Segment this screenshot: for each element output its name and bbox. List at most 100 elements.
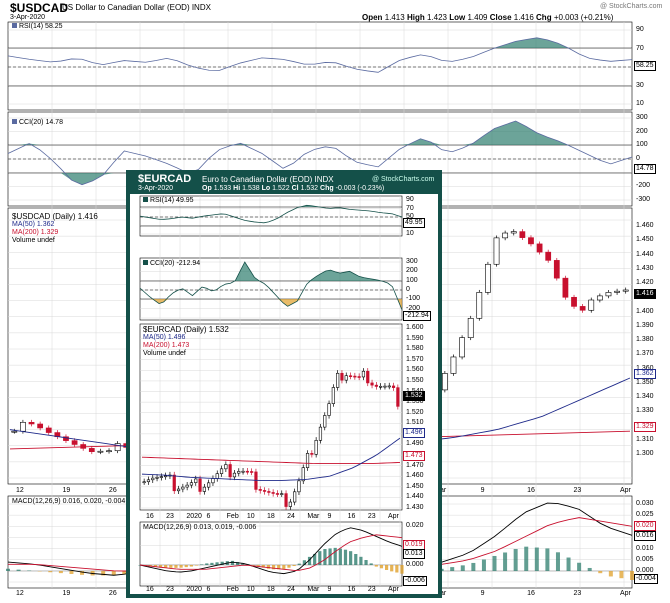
outer-candle [37, 423, 44, 429]
inner-candle [258, 489, 262, 491]
inner-macd-histogram-bar [189, 565, 193, 567]
inner-candle [185, 484, 189, 488]
inner-ma50-label: MA(50) 1.496 [143, 334, 186, 341]
outer-macd-tick: 0.000 [636, 566, 654, 574]
inner-xbottom-tick: Mar [307, 586, 320, 593]
inner-xbottom-tick: 23 [166, 586, 174, 593]
outer-price-tick: 1.390 [636, 321, 654, 329]
outer-price-tick: 1.340 [636, 393, 654, 400]
inner-cci-label: CCI(20) -212.94 [143, 260, 200, 267]
inner-xtop-tick: 10 [246, 513, 255, 520]
inner-price-tick: 1.510 [406, 419, 424, 427]
inner-price-tick: 1.560 [406, 366, 424, 374]
inner-candle [151, 477, 155, 481]
inner-candle [198, 478, 202, 492]
outer-xbottom-tick: 12 [16, 590, 24, 597]
outer-macd-tick: 0.025 [636, 511, 654, 519]
inner-price-tick: 1.550 [406, 376, 424, 384]
outer-macd-histogram-bar [566, 557, 571, 571]
outer-candle [588, 299, 595, 311]
outer-macd-histogram-bar [513, 549, 518, 571]
outer-ma50-label: MA(50) 1.362 [12, 221, 55, 228]
inner-cci-value-tag: -212.94 [403, 311, 431, 321]
outer-rsi-overbought-fill [8, 37, 632, 48]
inner-xtop-tick: 23 [367, 513, 376, 520]
inner-macd-histogram-bar [266, 565, 271, 569]
outer-macd-histogram-bar [492, 555, 497, 571]
inner-macd-histogram-bar [292, 565, 296, 567]
inner-xbottom-tick: 23 [367, 586, 376, 593]
outer-candle [441, 373, 448, 391]
outer-candle [467, 317, 474, 338]
inner-candle [348, 375, 353, 377]
inner-candle [194, 478, 198, 483]
inner-candle [155, 477, 159, 479]
inner-price-tick: 1.580 [406, 345, 424, 353]
outer-candle [106, 450, 112, 453]
inner-macd-histogram-bar [210, 562, 214, 565]
inner-macd-histogram-bar [379, 565, 384, 569]
outer-macd-histogram-bar [598, 571, 603, 574]
outer-hist-tag: -0.004 [634, 574, 658, 584]
inner-macd-histogram-bar [194, 565, 199, 566]
inner-candle [142, 481, 146, 484]
inner-candle [284, 493, 288, 507]
inner-macd-histogram-bar [282, 565, 286, 570]
outer-macd-histogram-bar [608, 571, 613, 577]
inner-candle [297, 480, 301, 493]
inner-candle [387, 385, 391, 388]
inner-candle [331, 387, 335, 404]
inner-macd-tick: 0.000 [406, 560, 424, 568]
inner-xbottom-tick: 18 [267, 586, 275, 593]
outer-candle [528, 237, 534, 245]
inner-rsi-line [139, 204, 403, 224]
outer-candle [622, 289, 629, 292]
inner-macd-histogram-bar [384, 565, 389, 570]
inner-macd-histogram-bar [205, 563, 209, 565]
outer-price-legend: $USDCAD (Daily) 1.416 MA(50) 1.362 MA(20… [12, 213, 98, 245]
outer-candle [579, 306, 586, 311]
inner-macd-histogram-bar [354, 553, 358, 565]
inner-cci-tick: 100 [406, 276, 418, 284]
outer-rsi-label-icon [12, 23, 17, 28]
outer-macd-histogram-bar [460, 565, 465, 571]
outer-macd-tag: 0.020 [634, 521, 656, 531]
outer-cci-tick: 0 [636, 155, 640, 162]
inner-candle [344, 375, 348, 381]
outer-ma50-tag: 1.362 [634, 369, 656, 379]
inner-cci-tick: -100 [406, 295, 421, 303]
inner-macd-histogram-bar [400, 565, 404, 574]
outer-xtop-tick: 9 [480, 487, 485, 494]
outer-candle [536, 243, 543, 253]
inner-xbottom-tick: 9 [327, 586, 332, 593]
outer-cci-label-icon [12, 119, 17, 124]
outer-ma200-tag: 1.329 [634, 422, 656, 432]
outer-rsi-tick: 90 [636, 26, 644, 33]
inner-macd-histogram-bar [338, 548, 342, 565]
outer-macd-tick: 0.030 [636, 500, 654, 507]
inner-price-tick: 1.520 [406, 408, 424, 416]
outer-candle [20, 421, 26, 432]
inner-macd-histogram-bar [364, 560, 368, 565]
inner-candle [237, 471, 241, 474]
inner-macd-histogram-bar [359, 556, 363, 565]
outer-macd-histogram-bar [450, 567, 455, 571]
outer-cci-value-tag: 14.78 [634, 164, 656, 174]
outer-macd-tick: 0.010 [636, 544, 654, 552]
inner-price-tick: 1.470 [406, 461, 424, 469]
outer-macd-histogram-bar [524, 546, 529, 571]
outer-candle [510, 231, 517, 234]
inner-xbottom-tick: 16 [146, 586, 154, 593]
outer-price-label: $USDCAD (Daily) 1.416 [12, 212, 98, 221]
inner-volume-label: Volume undef [143, 350, 186, 357]
outer-xbottom-tick: 23 [573, 590, 582, 597]
outer-xtop-tick: 19 [62, 487, 71, 494]
outer-price-tick: 1.300 [636, 450, 654, 457]
outer-price-tick: 1.420 [636, 279, 654, 286]
inner-xtop-tick: 16 [146, 513, 154, 520]
inner-macd-histogram-bar [174, 565, 178, 568]
outer-rsi-panel [7, 21, 633, 111]
inner-cci-line [139, 261, 403, 310]
outer-macd-histogram-bar [587, 567, 592, 571]
inner-macd-histogram-bar [169, 565, 173, 568]
